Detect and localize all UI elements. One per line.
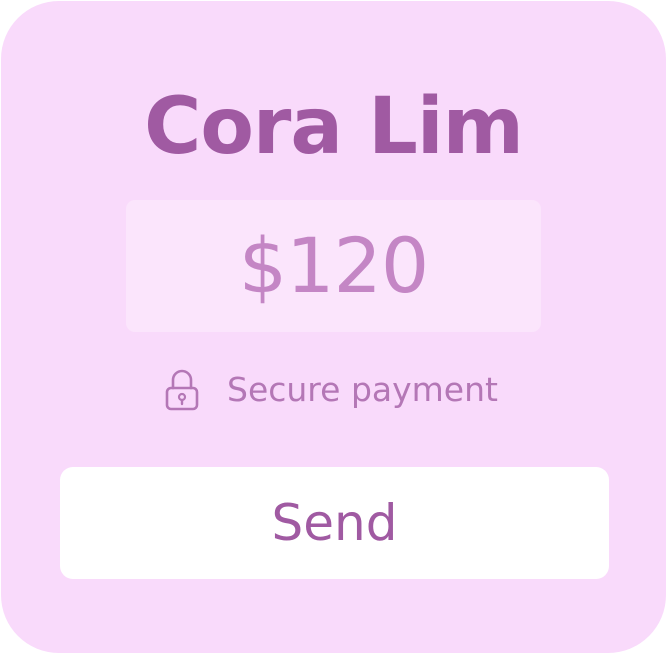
send-button-label: Send xyxy=(271,494,398,552)
amount-value: $120 xyxy=(238,221,429,310)
lock-icon xyxy=(165,369,199,411)
send-button[interactable]: Send xyxy=(60,467,609,579)
security-note-label: Secure payment xyxy=(227,370,498,409)
payment-card: Cora Lim $120 Secure payment Send xyxy=(1,1,666,653)
security-note: Secure payment xyxy=(165,367,498,413)
recipient-name: Cora Lim xyxy=(144,82,524,172)
amount-display: $120 xyxy=(126,200,541,332)
